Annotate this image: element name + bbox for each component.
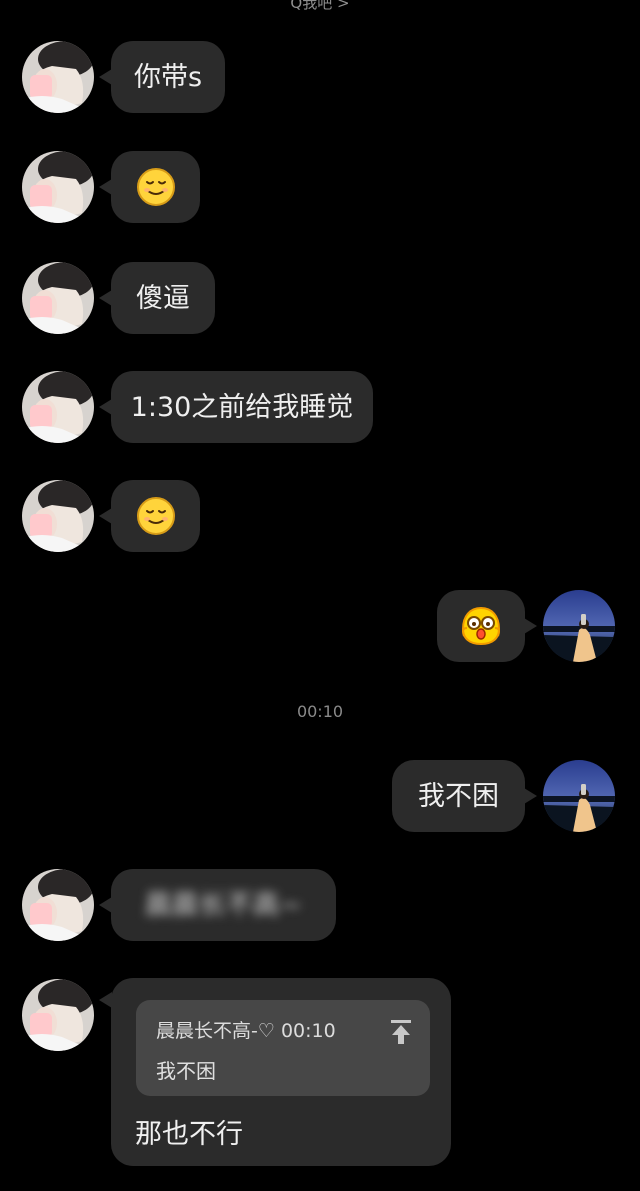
message-row [0, 151, 640, 223]
message-bubble[interactable]: 我不困 [392, 760, 537, 832]
message-row: 你带s [0, 41, 640, 113]
jump-to-message-icon[interactable] [388, 1018, 414, 1046]
contact-avatar[interactable] [22, 371, 94, 443]
chat-title[interactable]: Q我吧 > [0, 0, 640, 14]
message-row: 我不困 [0, 760, 640, 832]
message-text: 那也不行 [135, 1119, 243, 1150]
message-bubble[interactable]: 你带s [99, 41, 225, 113]
message-bubble[interactable] [437, 590, 537, 662]
timestamp: 00:10 [296, 702, 344, 721]
quote-header: 晨晨长不高-♡ 00:10 [156, 1016, 336, 1043]
message-text: 你带s [133, 61, 203, 93]
quoted-message-card[interactable]: 晨晨长不高-♡ 00:10 我不困 [136, 1000, 430, 1096]
smile-emoji-icon [136, 167, 176, 207]
message-row [0, 480, 640, 552]
message-bubble[interactable] [99, 480, 200, 552]
contact-avatar[interactable] [22, 151, 94, 223]
smile-emoji-icon [136, 496, 176, 536]
message-bubble[interactable] [99, 151, 200, 223]
reply-message-bubble[interactable]: 晨晨长不高-♡ 00:10 我不困 那也不行 [99, 978, 451, 1166]
contact-avatar[interactable] [22, 262, 94, 334]
contact-avatar[interactable] [22, 869, 94, 941]
message-text: 1:30之前给我睡觉 [130, 391, 354, 423]
contact-avatar[interactable] [22, 979, 94, 1051]
surprised-emoji-icon [459, 604, 503, 648]
message-row: 晨晨长不高~ [0, 869, 640, 941]
contact-avatar[interactable] [22, 480, 94, 552]
message-bubble[interactable]: 傻逼 [99, 262, 215, 334]
user-avatar[interactable] [543, 760, 615, 832]
message-bubble[interactable]: 1:30之前给我睡觉 [99, 371, 373, 443]
quote-sender: 晨晨长不高-♡ [156, 1020, 275, 1042]
message-row: 1:30之前给我睡觉 [0, 371, 640, 443]
quote-text: 我不困 [156, 1059, 216, 1083]
message-row [0, 590, 640, 662]
blurred-message-bubble[interactable]: 晨晨长不高~ [99, 869, 336, 941]
quote-time: 00:10 [280, 1020, 336, 1042]
message-text: 我不困 [418, 780, 499, 812]
user-avatar[interactable] [543, 590, 615, 662]
contact-avatar[interactable] [22, 41, 94, 113]
message-row: 傻逼 [0, 262, 640, 334]
message-text: 晨晨长不高~ [144, 889, 303, 921]
message-text: 傻逼 [136, 282, 190, 314]
